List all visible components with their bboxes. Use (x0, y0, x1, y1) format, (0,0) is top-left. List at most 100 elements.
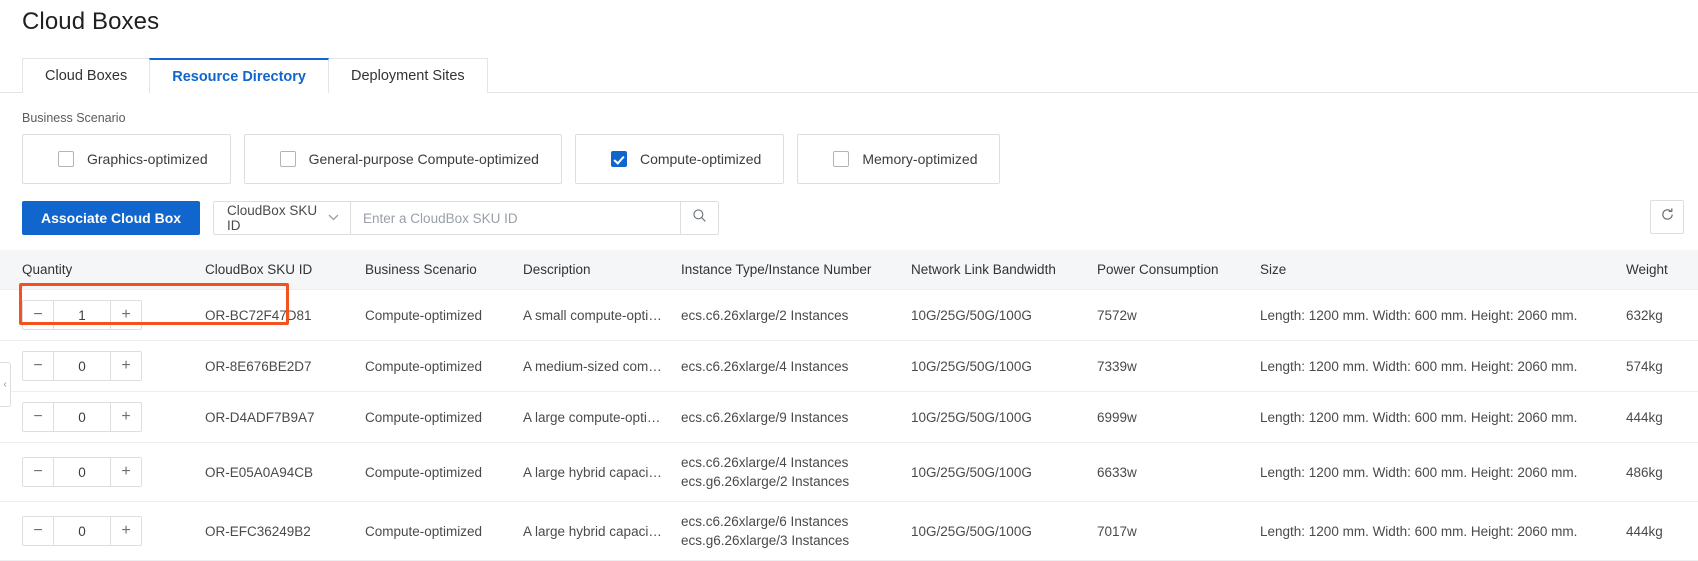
quantity-decrement-button[interactable]: − (23, 352, 53, 380)
quantity-decrement-button[interactable]: − (23, 301, 53, 329)
filter-option-compute-optimized[interactable]: Compute-optimized (574, 134, 785, 184)
quantity-increment-button[interactable]: + (111, 352, 141, 380)
cell-quantity: −0 + (0, 501, 205, 561)
cell-business-scenario: Compute-optimized (365, 501, 523, 561)
quantity-stepper[interactable]: −0 + (22, 402, 142, 432)
checkbox-checked-icon[interactable] (610, 151, 627, 167)
filter-option-graphics-optimized[interactable]: Graphics-optimized (22, 134, 231, 184)
quantity-decrement-button[interactable]: − (23, 403, 53, 431)
instance-type-line: ecs.c6.26xlarge/9 Instances (681, 409, 849, 425)
quantity-stepper[interactable]: −0 + (22, 516, 142, 546)
cell-power-consumption: 6633w (1097, 442, 1260, 502)
cell-size: Length: 1200 mm. Width: 600 mm. Height: … (1260, 442, 1626, 502)
cell-power-consumption: 7017w (1097, 501, 1260, 561)
tab-cloud-boxes[interactable]: Cloud Boxes (22, 58, 151, 93)
quantity-stepper[interactable]: −0 + (22, 351, 142, 381)
tab-label: Cloud Boxes (45, 68, 128, 84)
filter-option-memory-optimized[interactable]: Memory-optimized (797, 134, 1001, 184)
column-header-instance-type: Instance Type/Instance Number (681, 250, 911, 290)
table-row[interactable]: −1 + OR-BC72F47D81 Compute-optimized A small… (0, 289, 1698, 341)
table-row[interactable]: −0 + OR-E05A0A94CB Compute-optimized A large… (0, 442, 1698, 502)
column-header-power-consumption: Power Consumption (1097, 250, 1260, 290)
quantity-increment-button[interactable]: + (111, 301, 141, 329)
search-input[interactable] (351, 201, 682, 235)
checkbox-icon[interactable] (58, 151, 74, 167)
cell-description-text: A small compute-optimiz... (523, 307, 663, 323)
quantity-value[interactable]: 0 (53, 458, 111, 486)
cell-weight: 574kg (1626, 340, 1698, 392)
table-row[interactable]: −0 + OR-EFC36249B2 Compute-optimized A large… (0, 501, 1698, 561)
table-header-row: Quantity CloudBox SKU ID Business Scenar… (0, 250, 1698, 290)
cell-quantity: −1 + (0, 289, 205, 341)
tab-label: Resource Directory (172, 69, 306, 85)
cell-cloudbox-sku-id: OR-D4ADF7B9A7 (205, 391, 365, 443)
filter-option-general-purpose-compute-optimized[interactable]: General-purpose Compute-optimized (243, 134, 562, 184)
instance-type-line: ecs.c6.26xlarge/4 Instances (681, 455, 849, 470)
sidebar-collapse-handle[interactable]: ‹ (0, 362, 11, 407)
cell-description: A small compute-optimiz... (523, 289, 681, 341)
table-row[interactable]: −0 + OR-D4ADF7B9A7 Compute-optimized A large… (0, 391, 1698, 443)
cell-instance-type: ecs.c6.26xlarge/4 Instances ecs.g6.26xlar… (681, 442, 911, 502)
cell-power-consumption: 6999w (1097, 391, 1260, 443)
cell-quantity: −0 + (0, 391, 205, 443)
resource-table: Quantity CloudBox SKU ID Business Scenar… (0, 250, 1698, 561)
cell-business-scenario: Compute-optimized (365, 442, 523, 502)
quantity-decrement-button[interactable]: − (23, 517, 53, 545)
quantity-value[interactable]: 0 (53, 517, 111, 545)
table-row[interactable]: −0 + OR-8E676BE2D7 Compute-optimized A mediu… (0, 340, 1698, 392)
cell-instance-type: ecs.c6.26xlarge/2 Instances (681, 289, 911, 341)
quantity-value[interactable]: 0 (53, 403, 111, 431)
quantity-decrement-button[interactable]: − (23, 458, 53, 486)
column-header-size: Size (1260, 250, 1626, 290)
page-title: Cloud Boxes (22, 8, 160, 35)
instance-type-line: ecs.g6.26xlarge/2 Instances (681, 474, 850, 489)
cell-size: Length: 1200 mm. Width: 600 mm. Height: … (1260, 501, 1626, 561)
tab-deployment-sites[interactable]: Deployment Sites (328, 58, 488, 93)
quantity-stepper[interactable]: −1 + (22, 300, 142, 330)
cell-description-text: A large hybrid capacity, c... (523, 523, 663, 539)
cell-description-text: A large compute-optimiz... (523, 409, 663, 425)
cell-network-link-bandwidth: 10G/25G/50G/100G (911, 340, 1097, 392)
cell-power-consumption: 7339w (1097, 340, 1260, 392)
cell-network-link-bandwidth: 10G/25G/50G/100G (911, 289, 1097, 341)
toolbar: Associate Cloud Box CloudBox SKU ID (22, 201, 1698, 235)
quantity-increment-button[interactable]: + (111, 458, 141, 486)
cell-size: Length: 1200 mm. Width: 600 mm. Height: … (1260, 340, 1626, 392)
filter-option-label: Compute-optimized (639, 151, 762, 167)
tab-bar: Cloud Boxes Resource Directory Deploymen… (0, 58, 1698, 93)
cell-power-consumption: 7572w (1097, 289, 1260, 341)
cell-cloudbox-sku-id: OR-E05A0A94CB (205, 442, 365, 502)
search-button[interactable] (681, 201, 720, 235)
column-header-business-scenario: Business Scenario (365, 250, 523, 290)
quantity-stepper[interactable]: −0 + (22, 457, 142, 487)
quantity-increment-button[interactable]: + (111, 403, 141, 431)
cell-network-link-bandwidth: 10G/25G/50G/100G (911, 442, 1097, 502)
refresh-button[interactable] (1650, 200, 1684, 234)
cell-business-scenario: Compute-optimized (365, 289, 523, 341)
cell-size: Length: 1200 mm. Width: 600 mm. Height: … (1260, 289, 1626, 341)
checkbox-icon[interactable] (833, 151, 850, 167)
cell-description-text: A medium-sized comput... (523, 358, 663, 374)
associate-cloud-box-button[interactable]: Associate Cloud Box (22, 201, 201, 235)
quantity-value[interactable]: 0 (53, 352, 111, 380)
table-body: −1 + OR-BC72F47D81 Compute-optimized A small… (0, 289, 1698, 561)
cell-description: A large hybrid capacity, c... (523, 442, 681, 502)
cell-cloudbox-sku-id: OR-EFC36249B2 (205, 501, 365, 561)
cell-quantity: −0 + (0, 340, 205, 392)
search-icon (692, 208, 707, 228)
sku-filter-select[interactable]: CloudBox SKU ID (213, 201, 352, 235)
cell-description: A large compute-optimiz... (523, 391, 681, 443)
instance-type-line: ecs.c6.26xlarge/2 Instances (681, 307, 849, 323)
column-header-description: Description (523, 250, 681, 290)
checkbox-icon[interactable] (279, 151, 296, 167)
column-header-network-link-bandwidth: Network Link Bandwidth (911, 250, 1097, 290)
quantity-increment-button[interactable]: + (111, 517, 141, 545)
cell-weight: 632kg (1626, 289, 1698, 341)
instance-type-line: ecs.c6.26xlarge/6 Instances (681, 514, 849, 529)
filter-option-label: Memory-optimized (862, 151, 978, 167)
quantity-value[interactable]: 1 (53, 301, 111, 329)
business-scenario-filter-group: Graphics-optimized General-purpose Compu… (22, 134, 1698, 184)
tab-resource-directory[interactable]: Resource Directory (149, 58, 329, 93)
cell-instance-type: ecs.c6.26xlarge/4 Instances (681, 340, 911, 392)
sku-filter-select-value: CloudBox SKU ID (227, 203, 318, 233)
